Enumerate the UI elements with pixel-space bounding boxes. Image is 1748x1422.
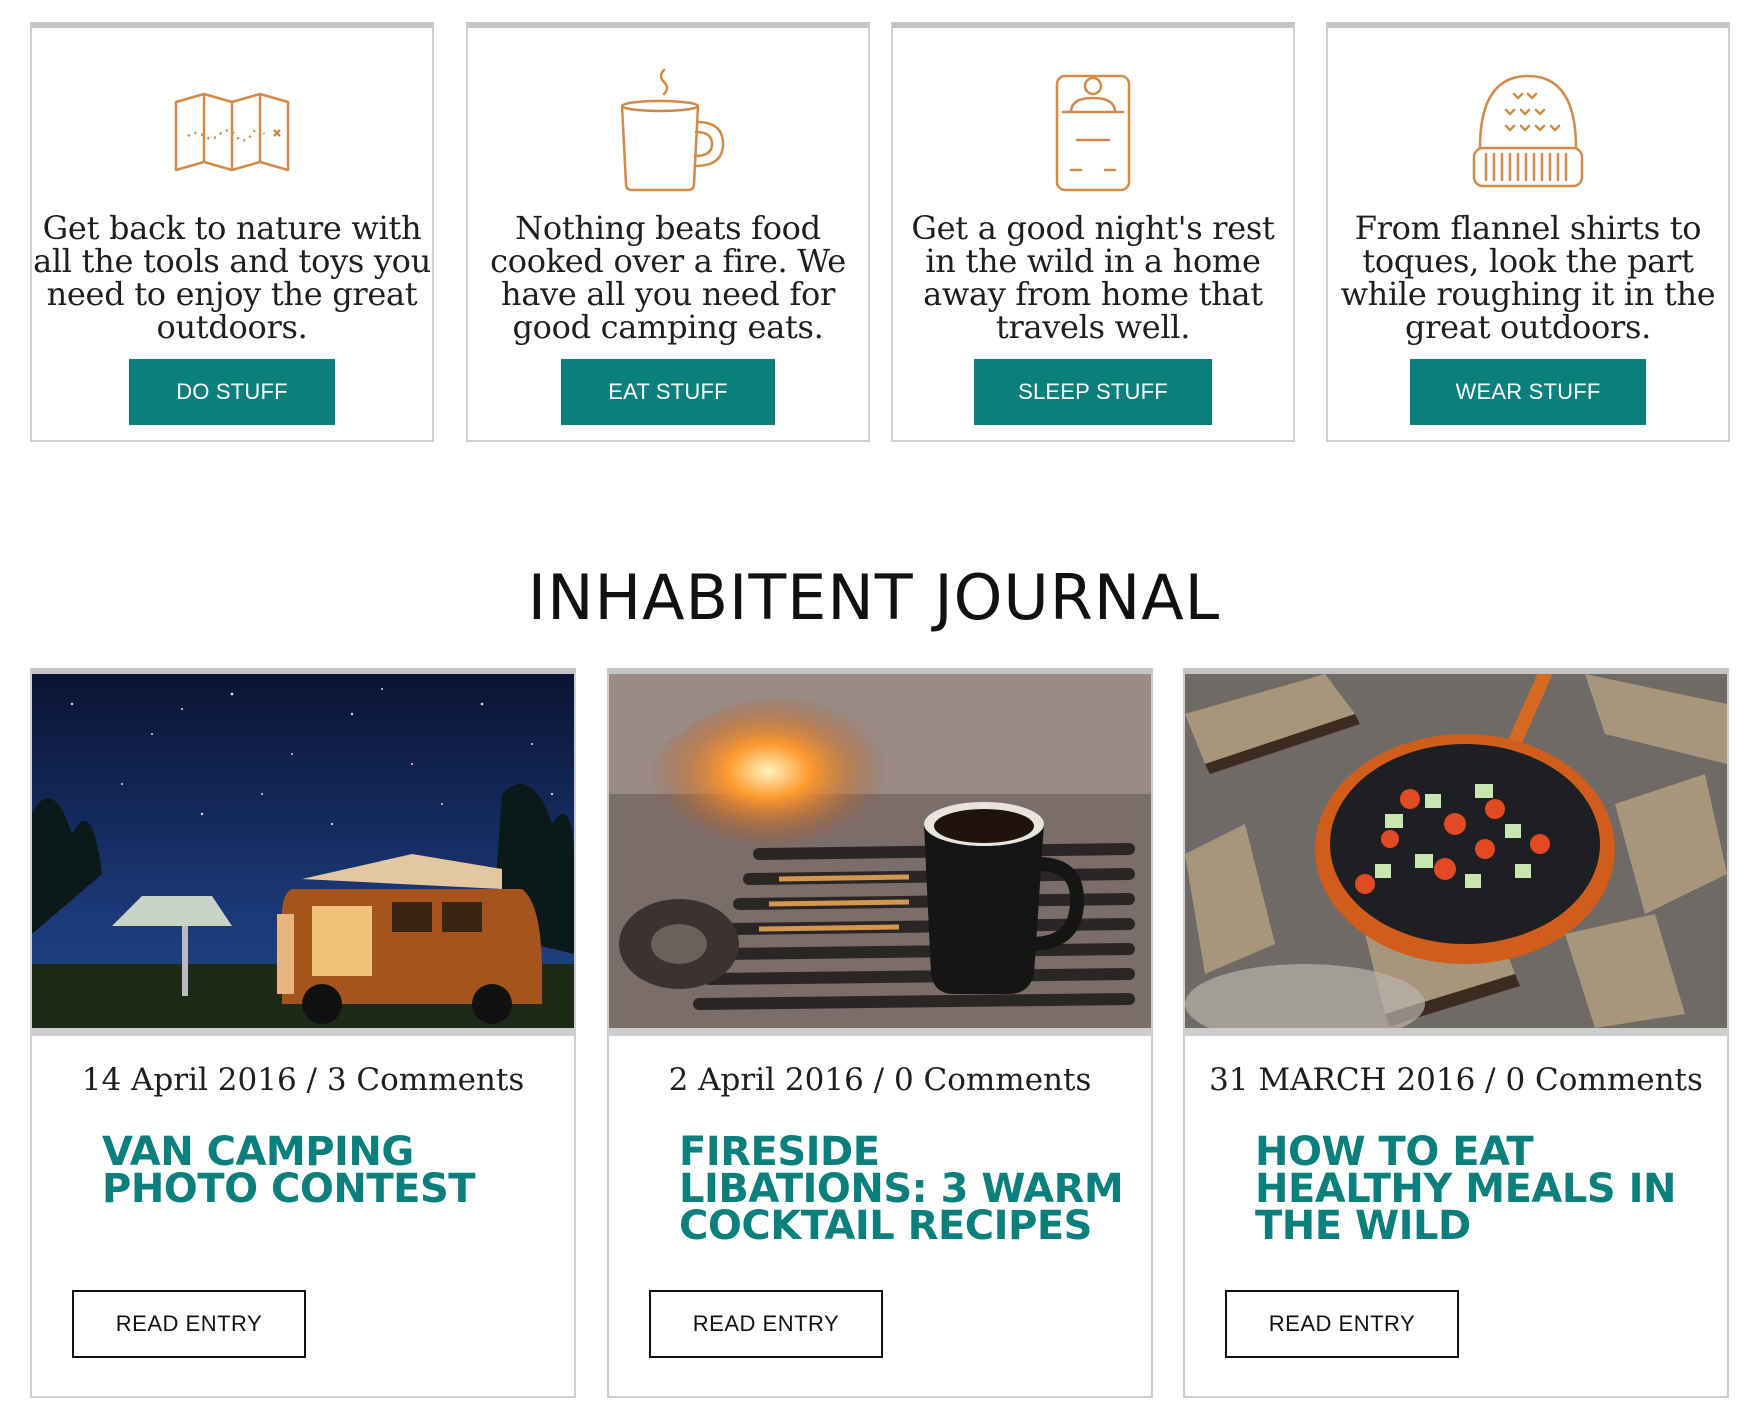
wear-stuff-button[interactable]: WEAR STUFF xyxy=(1410,359,1646,425)
post-title[interactable]: HOW TO EAT HEALTHY MEALS IN THE WILD xyxy=(1255,1132,1707,1246)
sleeping-bag-icon xyxy=(1027,66,1159,198)
journal-post-card: 2 April 2016 / 0 Comments FIRESIDE LIBAT… xyxy=(607,668,1153,1398)
category-description: Nothing beats food cooked over a fire. W… xyxy=(490,209,846,346)
read-entry-button[interactable]: READ ENTRY xyxy=(1225,1290,1459,1358)
sleep-stuff-button[interactable]: SLEEP STUFF xyxy=(974,359,1212,425)
read-entry-button[interactable]: READ ENTRY xyxy=(72,1290,306,1358)
category-description: Get a good night's rest in the wild in a… xyxy=(911,209,1275,346)
toque-icon xyxy=(1462,66,1594,198)
journal-post-card: 31 MARCH 2016 / 0 Comments HOW TO EAT HE… xyxy=(1183,668,1729,1398)
journal-heading: INHABITENT JOURNAL xyxy=(527,561,1221,634)
post-meta: 2 April 2016 / 0 Comments xyxy=(668,1062,1092,1098)
category-card-wear: From flannel shirts to toques, look the … xyxy=(1326,22,1730,442)
post-title[interactable]: FIRESIDE LIBATIONS: 3 WARM COCKTAIL RECI… xyxy=(679,1132,1131,1246)
do-stuff-button[interactable]: DO STUFF xyxy=(129,359,335,425)
category-card-sleep: Get a good night's rest in the wild in a… xyxy=(891,22,1295,442)
journal-post-card: 14 April 2016 / 3 Comments VAN CAMPING P… xyxy=(30,668,576,1398)
skillet-over-campfire-photo[interactable] xyxy=(1185,674,1727,1036)
map-icon xyxy=(166,66,298,198)
mug-icon xyxy=(602,66,734,198)
category-description: Get back to nature with all the tools an… xyxy=(33,209,431,346)
coffee-cup-on-fire-grill-photo[interactable] xyxy=(609,674,1151,1036)
van-under-stars-photo[interactable] xyxy=(32,674,574,1036)
eat-stuff-button[interactable]: EAT STUFF xyxy=(561,359,775,425)
post-meta: 14 April 2016 / 3 Comments xyxy=(81,1062,525,1098)
category-description: From flannel shirts to toques, look the … xyxy=(1340,209,1716,346)
post-title[interactable]: VAN CAMPING PHOTO CONTEST xyxy=(102,1132,554,1209)
category-card-do: Get back to nature with all the tools an… xyxy=(30,22,434,442)
category-card-eat: Nothing beats food cooked over a fire. W… xyxy=(466,22,870,442)
read-entry-button[interactable]: READ ENTRY xyxy=(649,1290,883,1358)
post-meta: 31 MARCH 2016 / 0 Comments xyxy=(1209,1062,1703,1098)
